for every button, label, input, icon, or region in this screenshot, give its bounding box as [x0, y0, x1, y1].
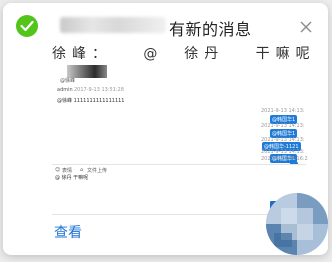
admin-time: 2017-9-13 13:51:28 [74, 87, 124, 93]
blurred-avatar [266, 193, 328, 255]
right-time-5: 2021-9-13 14:16:2 [261, 156, 308, 162]
close-icon[interactable] [299, 19, 313, 33]
admin-name: admin [57, 87, 73, 93]
thumbnail-caption: @徐峰 [60, 78, 76, 84]
right-time-1: 2021-9-13 14:13: [261, 108, 305, 114]
attach-icon: ⌂ [80, 167, 84, 173]
image-thumbnail: @徐峰 [57, 63, 113, 85]
sender-name-redacted [60, 17, 166, 33]
admin-message: @徐峰 1111111111111111 [57, 98, 125, 104]
toolbar-file-label: 文件上传 [87, 168, 108, 174]
toolbar-emoji-label: 表情 [62, 168, 73, 174]
emoji-icon: ☺ [55, 167, 61, 173]
chat-preview-image: @徐峰 admin 2017-9-13 13:51:28 @徐峰 1111111… [52, 63, 308, 213]
preview-divider [52, 164, 306, 165]
notification-message: 徐峰： @ 徐丹 干嘛呢 [52, 46, 316, 62]
notification-title: 有新的消息 [169, 20, 252, 39]
footer-divider [52, 214, 272, 215]
draft-text: @ 徐丹 干嘛呢 [55, 175, 89, 181]
view-link[interactable]: 查看 [54, 222, 82, 242]
success-check-icon [16, 15, 38, 37]
